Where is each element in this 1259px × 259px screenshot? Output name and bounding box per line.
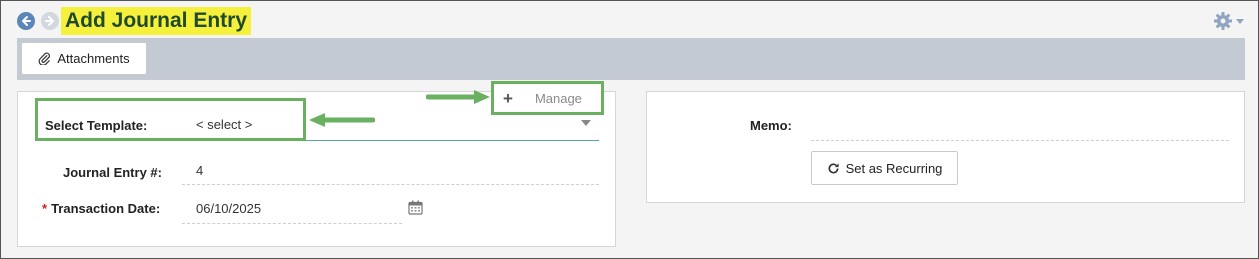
transaction-date-label: * Transaction Date: [42,201,160,216]
manage-label: Manage [534,90,582,106]
journal-entry-label: Journal Entry #: [63,165,162,180]
arrow-right-callout-icon [426,90,490,104]
set-as-recurring-button[interactable]: Set as Recurring [811,151,958,185]
template-callout-box [35,98,306,141]
page-title: Add Journal Entry [61,7,252,35]
forward-button[interactable] [41,12,59,30]
arrow-right-icon [45,16,54,26]
chevron-down-icon [1236,18,1244,24]
gear-icon [1214,12,1232,30]
required-marker: * [42,201,48,216]
transaction-date-underline [182,223,402,224]
attachments-button[interactable]: Attachments [21,42,147,75]
plus-icon: + [503,88,513,108]
transaction-date-input[interactable]: 06/10/2025 [196,201,261,216]
toolbar: Attachments [17,38,1245,80]
journal-entry-input[interactable]: 4 [196,163,203,178]
arrow-left-callout-icon [309,113,375,127]
attachments-label: Attachments [57,51,130,66]
journal-entry-underline [182,184,599,185]
settings-menu-button[interactable] [1213,11,1244,31]
memo-panel [646,91,1245,203]
memo-underline [811,140,1229,141]
refresh-icon [828,162,839,173]
calendar-icon[interactable] [408,200,423,215]
paperclip-icon [38,52,51,65]
manage-button[interactable]: + Manage [491,81,604,115]
chevron-down-icon[interactable] [581,120,591,126]
transaction-date-label-text: Transaction Date: [51,201,161,216]
app-window: Add Journal Entry Attachments Select Tem… [0,0,1259,259]
back-button[interactable] [17,12,35,30]
arrow-left-icon [22,16,31,26]
memo-label: Memo: [750,118,792,133]
recurring-label: Set as Recurring [845,160,943,176]
